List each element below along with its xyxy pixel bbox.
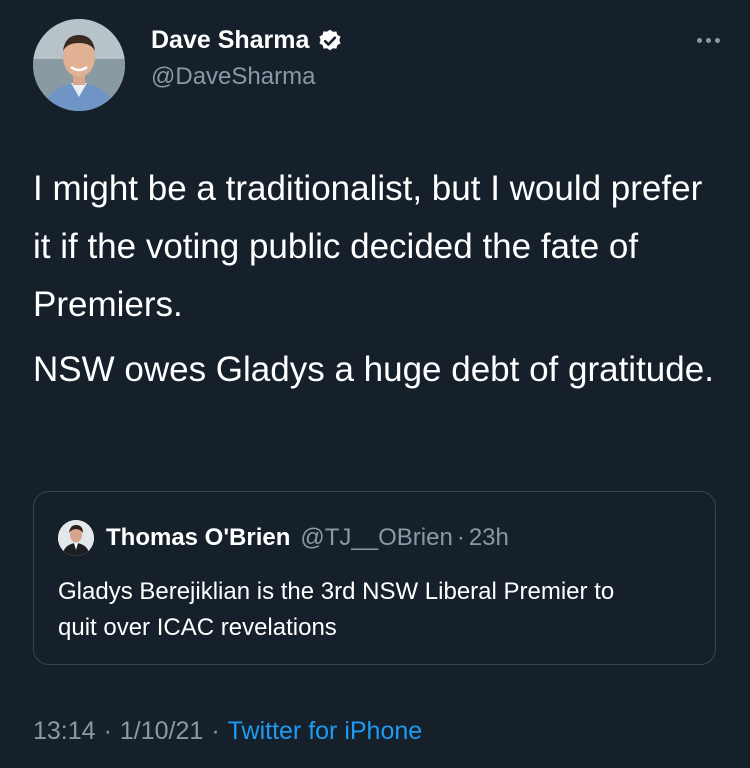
tweet-metadata: 13:14 · 1/10/21 · Twitter for iPhone — [33, 717, 422, 746]
quoted-avatar-photo-icon — [58, 520, 94, 556]
tweet-time[interactable]: 13:14 — [33, 717, 96, 746]
author-name[interactable]: Dave Sharma — [151, 26, 309, 55]
meta-separator: · — [103, 717, 112, 745]
verified-badge-icon — [319, 29, 341, 50]
quoted-tweet-header: Thomas O'Brien @TJ__OBrien · 23h — [58, 520, 509, 556]
meta-separator: · — [211, 717, 220, 745]
author-name-row: Dave Sharma — [151, 26, 343, 55]
quoted-author-handle: @TJ__OBrien — [300, 524, 453, 551]
quoted-timestamp: 23h — [468, 524, 509, 551]
more-options-icon[interactable] — [680, 30, 720, 50]
tweet-date[interactable]: 1/10/21 — [120, 717, 203, 746]
author-handle[interactable]: @DaveSharma — [151, 63, 315, 91]
tweet-paragraph: I might be a traditionalist, but I would… — [33, 169, 703, 324]
avatar-photo-icon — [33, 19, 125, 111]
tweet-paragraph: NSW owes Gladys a huge debt of gratitude… — [33, 350, 714, 389]
quoted-author-avatar — [58, 520, 94, 556]
quoted-tweet-text: Gladys Berejiklian is the 3rd NSW Libera… — [58, 578, 615, 641]
author-avatar[interactable] — [33, 19, 125, 111]
quoted-tweet[interactable]: Thomas O'Brien @TJ__OBrien · 23h Gladys … — [33, 491, 716, 665]
quoted-author-name: Thomas O'Brien — [106, 524, 291, 551]
quoted-separator: · — [456, 524, 465, 551]
tweet-source-link[interactable]: Twitter for iPhone — [228, 717, 423, 746]
tweet-body: I might be a traditionalist, but I would… — [33, 160, 723, 399]
